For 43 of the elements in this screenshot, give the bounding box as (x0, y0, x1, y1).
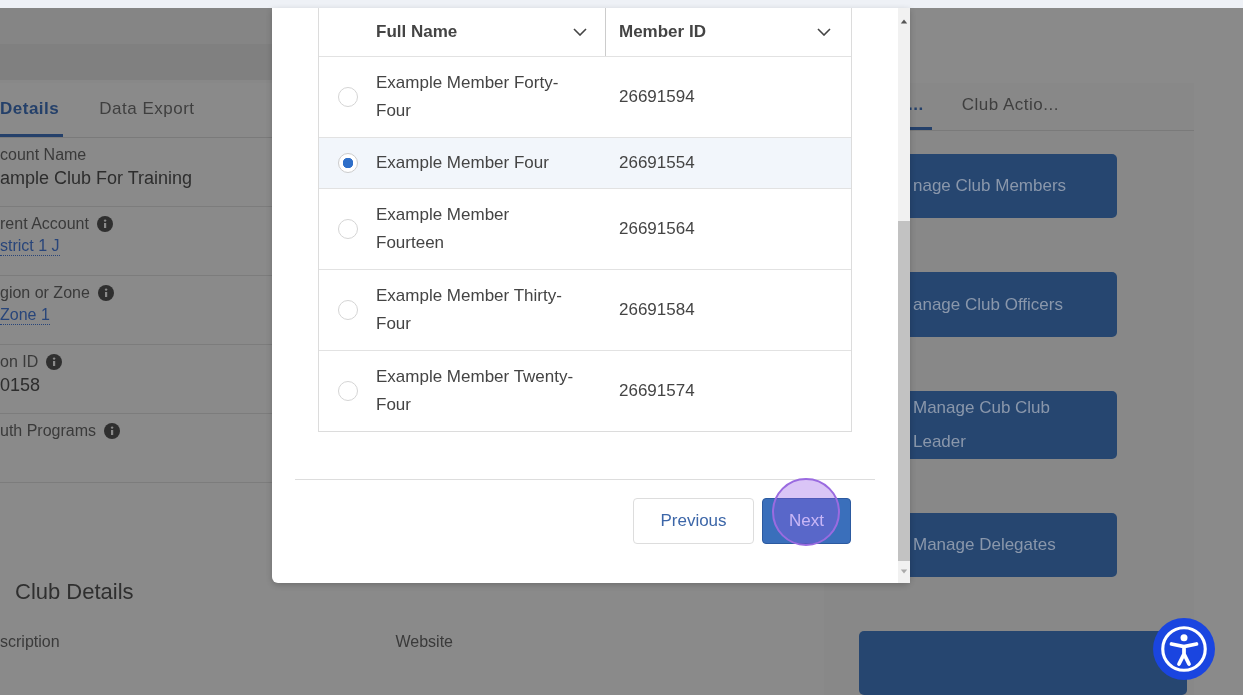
field-label: count Name (0, 146, 87, 164)
table-cell-text: Example Member Fourteen (376, 204, 511, 254)
column-header[interactable]: Member ID (606, 8, 851, 56)
info-icon[interactable] (46, 354, 63, 370)
next-button[interactable]: Next (762, 498, 851, 544)
field-value: ample Club For Training (0, 168, 193, 189)
table-cell-text: 26691564 (619, 218, 695, 240)
tab[interactable]: Details (0, 83, 64, 137)
tab[interactable]: Data Export (95, 83, 199, 137)
radio-button[interactable] (337, 153, 358, 173)
field-label: scription (0, 633, 61, 651)
info-icon[interactable] (104, 423, 121, 439)
field-label: gion or Zone (0, 284, 90, 302)
info-icon[interactable] (96, 216, 113, 232)
field-value: 0158 (0, 375, 41, 396)
radio-button[interactable] (337, 300, 358, 320)
tab[interactable]: Club Actio... (957, 83, 1063, 131)
person-icon (1159, 624, 1209, 674)
info-icon[interactable] (97, 285, 114, 301)
table-cell-text: 26691554 (619, 152, 695, 174)
radio-button[interactable] (337, 381, 358, 401)
previous-button[interactable]: Previous (633, 498, 754, 544)
scrollbar[interactable] (898, 8, 910, 583)
table-cell-text: 26691594 (619, 86, 695, 108)
table-cell-text: Example Member Twenty-Four (376, 366, 575, 416)
radio-button[interactable] (337, 87, 358, 107)
scroll-up-icon[interactable] (900, 18, 908, 24)
chevron-down-icon[interactable] (573, 28, 587, 36)
field-label: on ID (0, 353, 39, 371)
field-link[interactable]: strict 1 J (0, 237, 60, 256)
field-label: Website (395, 633, 454, 651)
chevron-down-icon[interactable] (817, 28, 831, 36)
radio-button[interactable] (337, 219, 358, 239)
field-label: uth Programs (0, 422, 97, 440)
table-cell-text: 26691584 (619, 299, 695, 321)
table-cell-text: Example Member Four (376, 152, 549, 174)
table-cell-text: Example Member Thirty-Four (376, 285, 563, 335)
column-header[interactable]: Full Name (376, 8, 606, 56)
table-cell-text: Example Member Forty-Four (376, 72, 560, 122)
field-label: rent Account (0, 215, 89, 233)
section-title: Club Details (14, 579, 134, 605)
table-cell-text: 26691574 (619, 380, 695, 402)
field-link[interactable]: Zone 1 (0, 306, 50, 325)
